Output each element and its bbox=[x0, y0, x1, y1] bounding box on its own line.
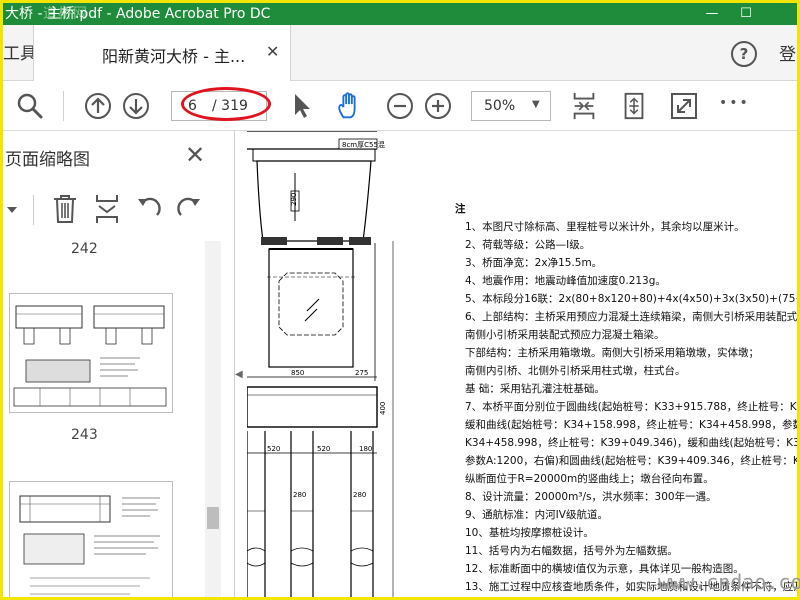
note-line: 基 础：采用钻孔灌注桩基础。 bbox=[465, 383, 605, 395]
svg-text:275: 275 bbox=[355, 369, 368, 377]
note-line: 4、地震作用：地震动峰值加速度0.213g。 bbox=[465, 275, 666, 287]
rotate-counterclockwise-icon[interactable] bbox=[135, 195, 163, 223]
svg-text:180: 180 bbox=[359, 445, 372, 453]
notes-title: 注 bbox=[455, 203, 466, 215]
note-line: 参数A:1200，右偏)和圆曲线(起始桩号：K39+409.346，终止桩号：K… bbox=[465, 455, 797, 467]
note-line: 南侧内引桥、北侧外引桥采用柱式墩，柱式台。 bbox=[465, 365, 686, 377]
svg-text:400: 400 bbox=[379, 402, 387, 415]
note-line: 1、本图尺寸除标高、里程桩号以米计外，其余均以厘米计。 bbox=[465, 221, 745, 233]
zoom-select[interactable]: 50% ▼ bbox=[471, 91, 551, 121]
site-watermark: 道桥网 bbox=[43, 6, 88, 22]
thumbnail-page[interactable] bbox=[9, 481, 173, 597]
note-line: 11、括号内为右幅数据，括号外为左幅数据。 bbox=[465, 545, 678, 557]
note-line: 南侧小引桥采用装配式预应力混凝土箱梁。 bbox=[465, 329, 665, 341]
note-line: K34+458.998，终止桩号：K39+049.346)，缓和曲线(起始桩号：… bbox=[465, 437, 797, 449]
highlight-ellipse bbox=[181, 87, 271, 121]
tab-document-label: 阳新黄河大桥 - 主... bbox=[102, 47, 246, 66]
thumbnail-list: 242 243 bbox=[3, 237, 223, 597]
options-dropdown-icon[interactable] bbox=[5, 203, 17, 217]
svg-text:280: 280 bbox=[353, 491, 366, 499]
thumbnail-scrollbar[interactable] bbox=[205, 241, 221, 597]
hand-tool-icon[interactable] bbox=[333, 91, 365, 121]
previous-page-icon[interactable] bbox=[83, 91, 113, 121]
svg-text:520: 520 bbox=[267, 445, 280, 453]
toolbar: 6 / 319 50% ▼ ••• bbox=[3, 81, 797, 131]
zoom-out-icon[interactable] bbox=[385, 91, 415, 121]
chevron-down-icon: ▼ bbox=[532, 99, 540, 110]
svg-text:290: 290 bbox=[290, 193, 298, 206]
thumbnail-page[interactable] bbox=[9, 293, 173, 413]
drawing-label: 8cm厚C55混 bbox=[342, 140, 385, 149]
rotate-clockwise-icon[interactable] bbox=[175, 195, 203, 223]
panel-separator bbox=[33, 195, 34, 225]
next-page-icon[interactable] bbox=[121, 91, 151, 121]
document-page: 8cm厚C55混 290 850 275 400 520 520 180 280… bbox=[247, 131, 797, 597]
delete-icon[interactable] bbox=[51, 193, 79, 225]
tab-tools[interactable]: 工具 bbox=[3, 39, 37, 64]
thumbnail-drawing bbox=[19, 495, 160, 595]
svg-text:520: 520 bbox=[317, 445, 330, 453]
maximize-button[interactable]: ☐ bbox=[723, 3, 769, 25]
note-line: 3、桥面净宽：2x净15.5m。 bbox=[465, 257, 603, 269]
signin-button[interactable]: 登录 bbox=[779, 40, 797, 65]
tab-bar: 工具 阳新黄河大桥 - 主... ✕ ? 登录 bbox=[3, 25, 797, 81]
page-display-icon[interactable] bbox=[569, 91, 599, 121]
note-line: 下部结构：主桥采用箱墩墩。南侧大引桥采用箱墩墩，实体墩； bbox=[465, 347, 759, 359]
note-line: 缓和曲线(起始桩号：K34+158.998，终止桩号：K34+458.998，参… bbox=[465, 419, 797, 431]
panel-toolbar bbox=[3, 191, 233, 231]
app-window: 大桥 - 主桥.pdf - Adobe Acrobat Pro DC 道桥网 —… bbox=[0, 0, 800, 600]
pier-drawing: 8cm厚C55混 290 850 275 400 520 520 180 280… bbox=[247, 131, 394, 597]
fit-page-icon[interactable] bbox=[619, 91, 649, 121]
tab-close-icon[interactable]: ✕ bbox=[266, 42, 279, 61]
note-line: 6、上部结构：主桥采用预应力混凝土连续箱梁，南侧大引桥采用装配式预应力混凝土T梁… bbox=[465, 311, 797, 323]
select-cursor-icon[interactable] bbox=[289, 91, 313, 121]
toolbar-separator bbox=[63, 91, 64, 121]
extract-pages-icon[interactable] bbox=[93, 193, 121, 225]
scrollbar-thumb[interactable] bbox=[207, 507, 219, 529]
note-line: 9、通航标准：内河IV级航道。 bbox=[465, 509, 608, 521]
title-bar: 大桥 - 主桥.pdf - Adobe Acrobat Pro DC 道桥网 —… bbox=[3, 3, 797, 25]
panel-title: 页面缩略图 bbox=[5, 150, 90, 170]
panel-close-icon[interactable]: ✕ bbox=[185, 141, 205, 169]
thumbnail-number: 242 bbox=[71, 241, 98, 257]
site-watermark-bottom: www.cndao.com bbox=[658, 570, 800, 594]
svg-text:850: 850 bbox=[291, 369, 304, 377]
more-tools-icon[interactable]: ••• bbox=[719, 95, 750, 125]
collapse-panel-icon[interactable]: ◀ bbox=[235, 369, 245, 399]
thumbnail-drawing bbox=[13, 305, 167, 407]
note-line: 10、基桩均按摩擦桩设计。 bbox=[465, 527, 594, 539]
note-line: 纵断面位于R=20000m的竖曲线上；墩台径向布置。 bbox=[465, 473, 714, 485]
fullscreen-icon[interactable] bbox=[669, 91, 699, 121]
tab-document[interactable]: 阳新黄河大桥 - 主... ✕ bbox=[33, 25, 291, 81]
note-line: 8、设计流量：20000m³/s，洪水频率：300年一遇。 bbox=[465, 491, 717, 503]
svg-text:280: 280 bbox=[293, 491, 306, 499]
search-icon[interactable] bbox=[15, 91, 45, 121]
zoom-in-icon[interactable] bbox=[423, 91, 453, 121]
note-line: 5、本标段分16联：2x(80+8x120+80)+4x(4x50)+3x(3x… bbox=[465, 293, 797, 305]
zoom-value: 50% bbox=[484, 98, 516, 114]
note-line: 2、荷载等级：公路—Ⅰ级。 bbox=[465, 239, 591, 251]
note-line: 7、本桥平面分别位于圆曲线(起始桩号：K33+915.788，终止桩号：K34+… bbox=[465, 401, 797, 413]
thumbnails-panel: 页面缩略图 ✕ 242 243 bbox=[3, 131, 235, 597]
help-icon[interactable]: ? bbox=[731, 41, 757, 67]
thumbnail-number: 243 bbox=[71, 427, 98, 443]
